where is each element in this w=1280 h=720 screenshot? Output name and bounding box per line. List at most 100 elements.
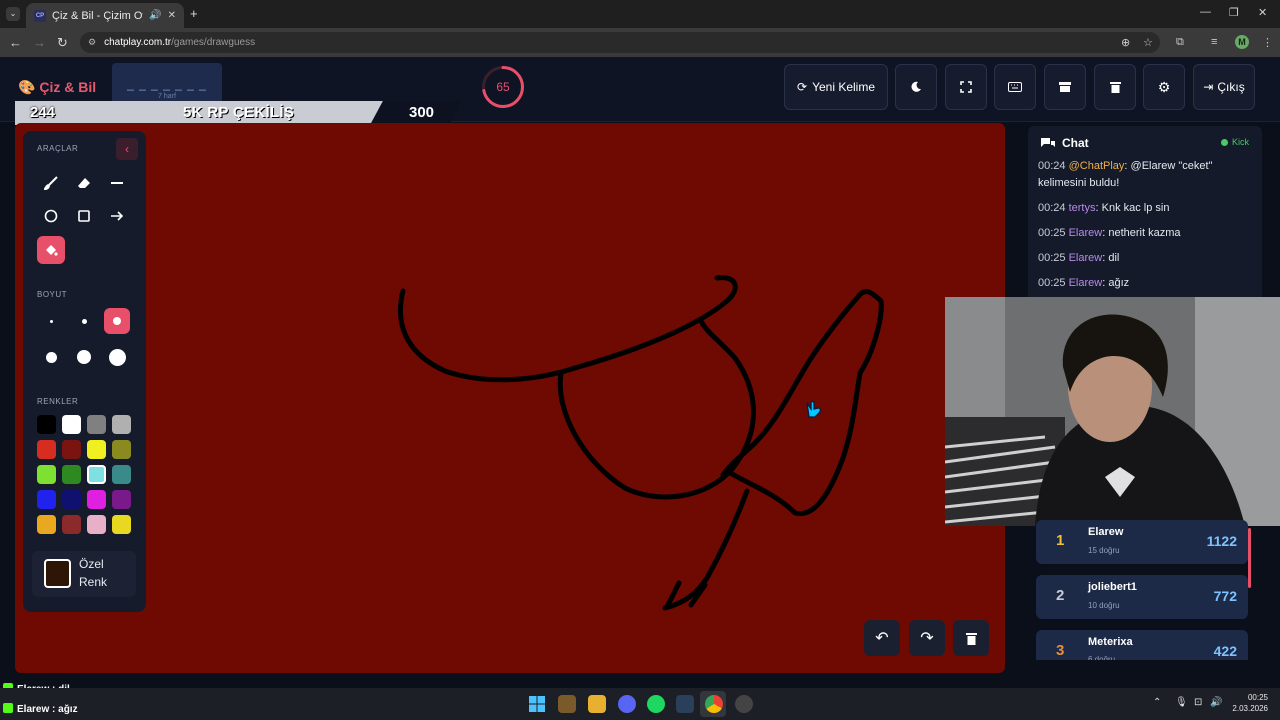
address-bar[interactable]: ⚙ chatplay.com.tr/games/drawguess <box>80 32 1160 53</box>
clear-button[interactable] <box>1094 64 1136 110</box>
discord-icon[interactable] <box>618 695 636 713</box>
leaderboard-scrollbar[interactable] <box>1248 528 1251 588</box>
player-score: 1122 <box>1206 533 1237 549</box>
color-swatch[interactable] <box>62 515 81 534</box>
color-swatch[interactable] <box>87 515 106 534</box>
color-swatch[interactable] <box>37 415 56 434</box>
chat-message: 00:24 tertys: Knk kac lp sin <box>1038 202 1170 214</box>
color-swatch[interactable] <box>37 440 56 459</box>
collapse-panel-button[interactable]: ‹ <box>116 138 138 160</box>
back-icon[interactable]: ← <box>9 35 22 50</box>
app-icon[interactable] <box>735 695 753 713</box>
expand-icon <box>960 81 972 93</box>
maximize-icon[interactable]: ❐ <box>1229 6 1239 19</box>
redo-icon: ↷ <box>920 630 934 647</box>
color-swatch[interactable] <box>87 440 106 459</box>
circle-tool[interactable] <box>37 202 65 230</box>
message-text: dil <box>1108 252 1120 264</box>
color-swatch[interactable] <box>112 465 131 484</box>
app-icon[interactable] <box>558 695 576 713</box>
keyboard-button[interactable] <box>994 64 1036 110</box>
size-5[interactable] <box>71 344 97 370</box>
color-swatch[interactable] <box>112 490 131 509</box>
size-3[interactable] <box>104 308 130 334</box>
spotify-icon[interactable] <box>647 695 665 713</box>
fill-tool[interactable] <box>37 236 65 264</box>
color-swatch[interactable] <box>112 440 131 459</box>
color-swatch[interactable] <box>87 415 106 434</box>
arrow-tool[interactable] <box>103 202 131 230</box>
redo-button[interactable]: ↷ <box>909 620 945 656</box>
message-time: 00:25 <box>1038 227 1066 239</box>
reload-icon[interactable]: ↻ <box>57 35 68 51</box>
extensions-icon[interactable]: ⧉ <box>1176 36 1184 49</box>
new-word-button[interactable]: ⟳ Yeni Kelime <box>784 64 888 110</box>
network-icon[interactable]: ⊡ <box>1194 697 1202 708</box>
close-tab-icon[interactable]: ✕ <box>168 10 176 21</box>
volume-icon[interactable]: 🔊 <box>1210 697 1222 708</box>
size-1[interactable] <box>38 308 64 334</box>
settings-button[interactable]: ⚙ <box>1143 64 1185 110</box>
eraser-tool[interactable] <box>70 169 98 197</box>
taskbar-clock[interactable]: 00:25 2.03.2026 <box>1222 692 1268 714</box>
undo-button[interactable]: ↶ <box>864 620 900 656</box>
archive-button[interactable] <box>1044 64 1086 110</box>
profile-avatar[interactable]: M <box>1235 35 1249 49</box>
app-logo: 🎨 Çiz & Bil <box>18 79 96 96</box>
color-swatch[interactable] <box>87 465 106 484</box>
clear-canvas-button[interactable] <box>953 620 989 656</box>
color-swatch[interactable] <box>37 490 56 509</box>
brush-tool[interactable] <box>37 169 65 197</box>
drawing-canvas[interactable] <box>15 123 1005 673</box>
rectangle-tool[interactable] <box>70 202 98 230</box>
minimize-icon[interactable]: — <box>1200 6 1211 18</box>
keyboard-icon <box>1008 82 1022 92</box>
platform-status: Kick <box>1221 137 1249 147</box>
gear-icon: ⚙ <box>1157 78 1171 95</box>
size-6[interactable] <box>104 344 130 370</box>
color-swatch[interactable] <box>112 515 131 534</box>
color-swatch[interactable] <box>62 415 81 434</box>
microphone-icon[interactable]: 🎙 <box>1175 697 1188 708</box>
color-swatch[interactable] <box>62 440 81 459</box>
undo-icon: ↶ <box>875 630 889 647</box>
color-swatch[interactable] <box>62 465 81 484</box>
tab-search-icon[interactable]: ⌄ <box>6 7 20 21</box>
zoom-icon[interactable]: ⊕ <box>1121 36 1130 49</box>
logout-label: Çıkış <box>1217 80 1245 94</box>
color-swatch[interactable] <box>112 415 131 434</box>
dark-mode-button[interactable] <box>895 64 937 110</box>
message-time: 00:24 <box>1038 160 1066 172</box>
message-user: @ChatPlay <box>1068 160 1125 172</box>
color-swatch[interactable] <box>62 490 81 509</box>
custom-color-swatch[interactable] <box>44 559 71 588</box>
timer-progress-ring <box>482 66 524 108</box>
forward-icon[interactable]: → <box>33 35 46 50</box>
logout-icon: ⇥ <box>1203 80 1214 94</box>
site-info-icon[interactable]: ⚙ <box>88 37 96 48</box>
banner-title: 5K RP ÇEKİLİŞ <box>183 104 295 121</box>
brush-icon <box>44 176 58 190</box>
close-window-icon[interactable]: ✕ <box>1258 6 1267 19</box>
new-tab-icon[interactable]: + <box>190 6 198 21</box>
browser-menu-icon[interactable]: ⋮ <box>1262 36 1273 49</box>
fullscreen-button[interactable] <box>945 64 987 110</box>
line-tool[interactable] <box>103 169 131 197</box>
media-controls-icon[interactable]: ≡ <box>1211 36 1217 48</box>
steam-icon[interactable] <box>676 695 694 713</box>
custom-color-label: Özel Renk <box>79 557 108 589</box>
browser-tab[interactable]: CP Çiz & Bil - Çizim Oyunu 🔊 ✕ <box>26 3 184 28</box>
size-section-title: BOYUT <box>37 290 68 299</box>
size-4[interactable] <box>38 344 64 370</box>
color-swatch[interactable] <box>87 490 106 509</box>
file-explorer-icon[interactable] <box>588 695 606 713</box>
color-swatch[interactable] <box>37 465 56 484</box>
speaker-icon[interactable]: 🔊 <box>149 10 161 21</box>
logout-button[interactable]: ⇥ Çıkış <box>1193 64 1255 110</box>
tray-chevron-icon[interactable]: ⌃ <box>1153 697 1161 708</box>
windows-start-icon[interactable] <box>529 696 545 712</box>
color-swatch[interactable] <box>37 515 56 534</box>
bookmark-star-icon[interactable]: ☆ <box>1143 36 1153 49</box>
chrome-icon[interactable] <box>705 695 723 713</box>
size-2[interactable] <box>71 308 97 334</box>
